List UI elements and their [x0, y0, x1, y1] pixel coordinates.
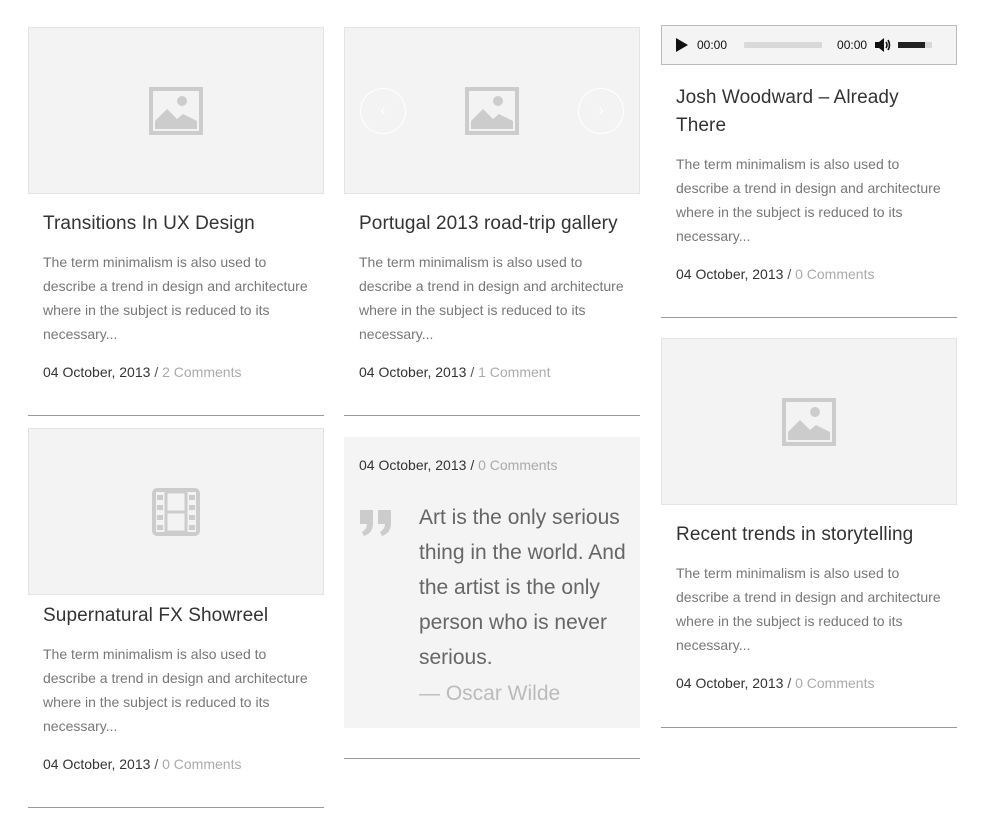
post-date: 04 October, 2013 — [43, 756, 151, 772]
meta-separator: / — [787, 675, 792, 691]
divider — [344, 415, 640, 416]
post-excerpt: The term minimalism is also used to desc… — [676, 565, 941, 653]
film-placeholder-icon — [152, 487, 200, 536]
meta-separator: / — [154, 364, 159, 380]
meta-separator: / — [154, 756, 159, 772]
post-body: Recent trends in storytelling The term m… — [661, 521, 957, 693]
comments-link[interactable]: 0 Comments — [478, 457, 557, 473]
chevron-left-icon: ‹ — [380, 102, 386, 119]
divider — [28, 807, 324, 808]
post-title[interactable]: Transitions In UX Design — [43, 210, 309, 238]
post-meta: 04 October, 2013 / 2 Comments — [43, 362, 309, 382]
post-title[interactable]: Josh Woodward – Already There — [676, 84, 942, 140]
post-body: Supernatural FX Showreel The term minima… — [28, 602, 324, 774]
post-body: Portugal 2013 road-trip gallery The term… — [344, 210, 640, 382]
meta-separator: / — [470, 364, 475, 380]
slider-next-button[interactable]: › — [578, 88, 624, 134]
quote-icon — [359, 509, 393, 542]
divider — [661, 727, 957, 728]
comments-link[interactable]: 1 Comment — [478, 364, 550, 380]
post-meta: 04 October, 2013 / 0 Comments — [359, 457, 557, 473]
quote-post: 04 October, 2013 / 0 Comments Art is the… — [344, 437, 640, 728]
comments-link[interactable]: 2 Comments — [162, 364, 241, 380]
post-thumbnail[interactable] — [661, 338, 957, 505]
post-date: 04 October, 2013 — [43, 364, 151, 380]
post-body: Josh Woodward – Already There The term m… — [661, 84, 957, 284]
volume-level — [898, 42, 926, 48]
quote-text: Art is the only serious thing in the wor… — [419, 506, 626, 669]
current-time: 00:00 — [697, 38, 728, 52]
comments-link[interactable]: 0 Comments — [795, 675, 874, 691]
image-placeholder-icon — [782, 397, 836, 446]
post-title[interactable]: Recent trends in storytelling — [676, 521, 942, 549]
post-date: 04 October, 2013 — [676, 266, 784, 282]
progress-bar[interactable] — [744, 42, 823, 48]
post-date: 04 October, 2013 — [359, 457, 467, 473]
slider-prev-button[interactable]: ‹ — [360, 88, 406, 134]
quote-author: — Oscar Wilde — [419, 682, 561, 705]
post-excerpt: The term minimalism is also used to desc… — [43, 254, 308, 342]
image-placeholder-icon — [149, 86, 203, 135]
gallery-slider[interactable]: ‹ › — [344, 27, 640, 194]
post-excerpt: The term minimalism is also used to desc… — [43, 646, 308, 734]
volume-slider[interactable] — [898, 42, 933, 48]
divider — [344, 758, 640, 759]
post-thumbnail[interactable] — [28, 27, 324, 194]
post-meta: 04 October, 2013 / 0 Comments — [676, 673, 942, 693]
post-excerpt: The term minimalism is also used to desc… — [676, 156, 941, 244]
post-excerpt: The term minimalism is also used to desc… — [359, 254, 624, 342]
comments-link[interactable]: 0 Comments — [795, 266, 874, 282]
play-button[interactable] — [676, 38, 688, 52]
image-placeholder-icon — [465, 86, 519, 135]
mute-button[interactable] — [875, 38, 893, 52]
comments-link[interactable]: 0 Comments — [162, 756, 241, 772]
post-date: 04 October, 2013 — [676, 675, 784, 691]
volume-icon — [875, 38, 891, 52]
audio-player: 00:00 00:00 — [661, 25, 957, 65]
post-body: Transitions In UX Design The term minima… — [28, 210, 324, 382]
post-title[interactable]: Portugal 2013 road-trip gallery — [359, 210, 625, 238]
post-date: 04 October, 2013 — [359, 364, 467, 380]
post-thumbnail[interactable] — [28, 428, 324, 595]
post-meta: 04 October, 2013 / 0 Comments — [676, 264, 942, 284]
meta-separator: / — [470, 457, 475, 473]
divider — [28, 415, 324, 416]
duration: 00:00 — [837, 38, 868, 52]
post-title[interactable]: Supernatural FX Showreel — [43, 602, 309, 630]
post-meta: 04 October, 2013 / 1 Comment — [359, 362, 625, 382]
meta-separator: / — [787, 266, 792, 282]
chevron-right-icon: › — [598, 102, 604, 119]
post-meta: 04 October, 2013 / 0 Comments — [43, 754, 309, 774]
divider — [661, 317, 957, 318]
